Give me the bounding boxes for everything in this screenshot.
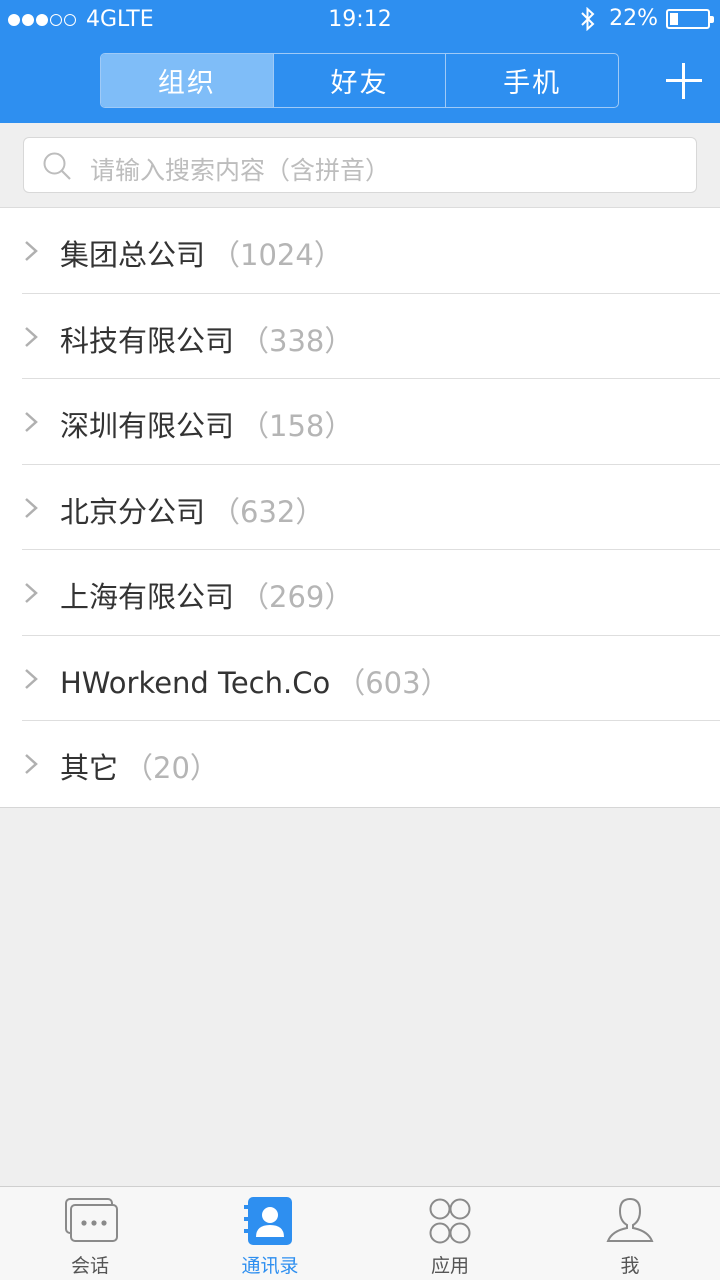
list-item[interactable]: HWorkend Tech.Co （603）	[0, 636, 720, 721]
list-item[interactable]: 科技有限公司 （338）	[0, 294, 720, 379]
chevron-right-icon	[25, 497, 38, 518]
chevron-right-icon	[25, 241, 38, 261]
chevron-right-icon	[25, 754, 38, 774]
group-count: （338）	[240, 323, 354, 358]
tab-label: 会话	[70, 1255, 109, 1277]
group-count: （20）	[124, 751, 219, 785]
tab-bar: 会话 通讯录 应用 我	[0, 1186, 720, 1280]
segmented-control: 组织 好友 手机	[100, 53, 619, 108]
chevron-right-icon	[25, 326, 38, 347]
tab-apps[interactable]: 应用	[360, 1187, 540, 1280]
segment-friends[interactable]: 好友	[274, 54, 447, 107]
search-input[interactable]: 请输入搜索内容（含拼音）	[23, 137, 697, 193]
app-header: 4GLTE 19:12 22% 组织 好友 手机	[0, 0, 720, 123]
list-item[interactable]: 上海有限公司 （269）	[0, 550, 720, 636]
search-placeholder: 请输入搜索内容（含拼音）	[90, 156, 391, 185]
group-name: 上海有限公司	[60, 580, 235, 614]
profile-icon	[606, 1197, 654, 1242]
tab-label: 应用	[430, 1255, 469, 1277]
group-name: 科技有限公司	[60, 323, 235, 358]
group-name: HWorkend Tech.Co	[60, 665, 331, 700]
add-icon[interactable]	[666, 63, 702, 99]
group-count: （1024）	[211, 238, 343, 272]
tab-label: 我	[620, 1255, 640, 1277]
tab-chat[interactable]: 会话	[0, 1187, 180, 1280]
search-bar: 请输入搜索内容（含拼音）	[0, 123, 720, 208]
contacts-icon	[244, 1197, 292, 1245]
apps-icon	[429, 1198, 471, 1244]
chevron-right-icon	[25, 668, 38, 689]
segment-org[interactable]: 组织	[101, 54, 274, 107]
group-count: （158）	[240, 409, 354, 443]
group-count: （269）	[240, 580, 354, 614]
battery-icon	[666, 8, 714, 29]
group-name: 其它	[60, 751, 119, 785]
org-list: 集团总公司 （1024） 科技有限公司 （338） 深圳有限公司 （158） 北京分公…	[0, 208, 720, 808]
bluetooth-icon	[581, 6, 595, 31]
battery-percent: 22%	[609, 6, 658, 31]
list-item[interactable]: 其它 （20）	[0, 721, 720, 807]
list-item[interactable]: 北京分公司 （632）	[0, 465, 720, 550]
group-count: （603）	[336, 665, 450, 700]
segment-phone[interactable]: 手机	[446, 54, 618, 107]
chevron-right-icon	[25, 412, 38, 432]
chat-icon	[65, 1198, 118, 1242]
group-name: 深圳有限公司	[60, 409, 235, 443]
group-name: 集团总公司	[60, 238, 206, 272]
tab-contacts[interactable]: 通讯录	[180, 1187, 360, 1280]
tab-me[interactable]: 我	[540, 1187, 720, 1280]
list-item[interactable]: 集团总公司 （1024）	[0, 208, 720, 294]
group-name: 北京分公司	[60, 494, 206, 529]
list-item[interactable]: 深圳有限公司 （158）	[0, 379, 720, 465]
status-bar: 4GLTE 19:12 22%	[0, 0, 720, 40]
tab-label: 通讯录	[241, 1255, 299, 1277]
chevron-right-icon	[25, 583, 38, 603]
group-count: （632）	[211, 494, 325, 529]
search-icon	[43, 152, 71, 180]
